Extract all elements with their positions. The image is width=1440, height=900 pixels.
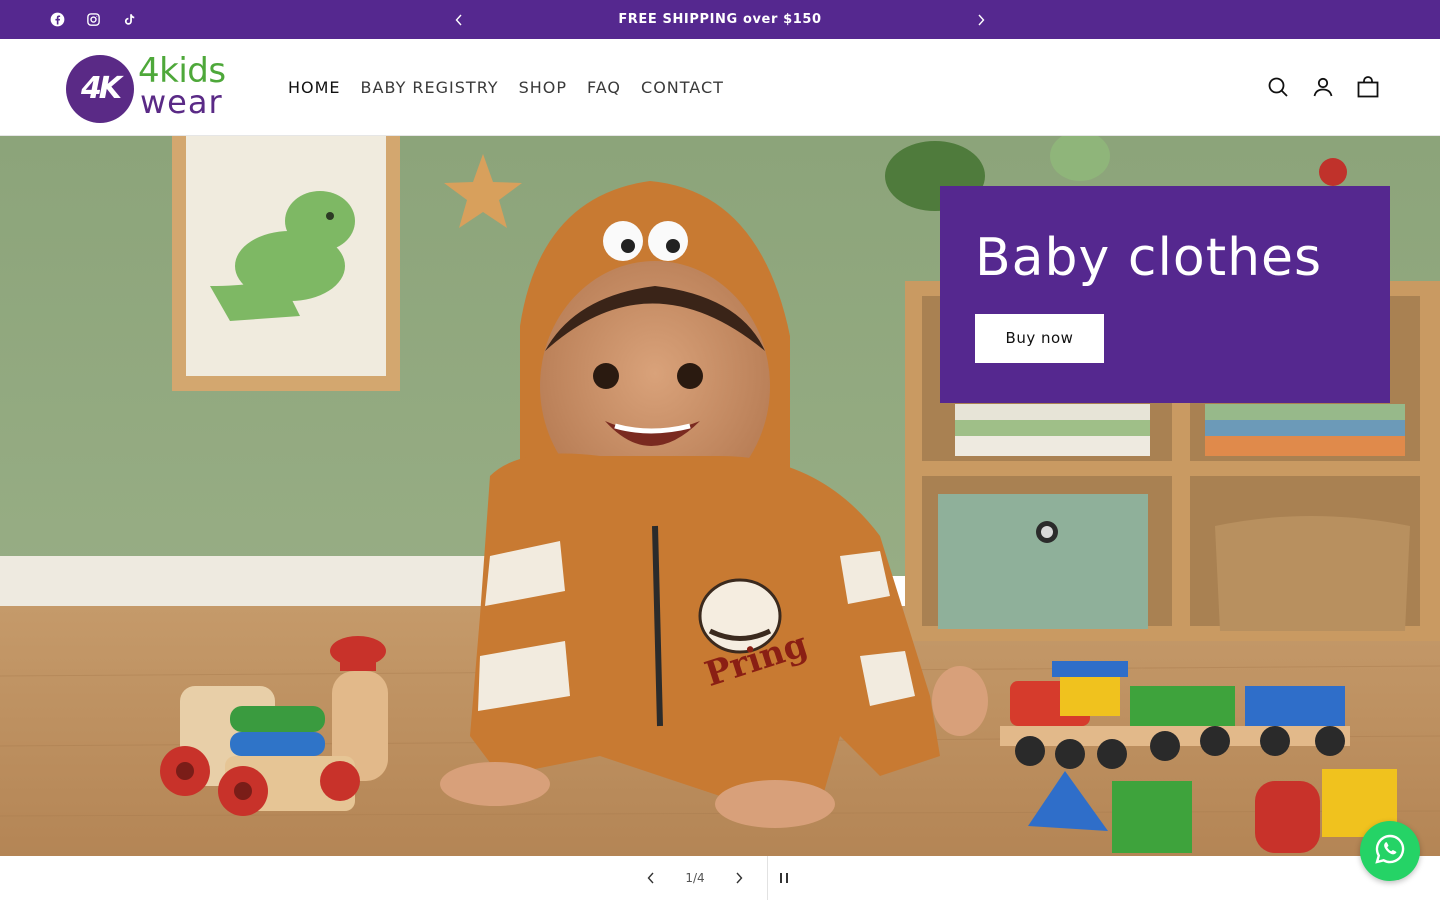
announcement-next-button[interactable] — [969, 0, 993, 39]
announcement-prev-button[interactable] — [447, 0, 471, 39]
slide-pause-button[interactable] — [772, 856, 796, 900]
logo-text-wear: wear — [140, 83, 223, 121]
whatsapp-icon — [1374, 833, 1406, 869]
announcement-message: FREE SHIPPING over $150 — [618, 12, 822, 27]
search-icon[interactable] — [1266, 75, 1290, 99]
hero-heading: Baby clothes — [975, 228, 1323, 288]
nav-contact[interactable]: CONTACT — [641, 78, 724, 97]
account-icon[interactable] — [1311, 75, 1335, 99]
nav-shop[interactable]: SHOP — [519, 78, 567, 97]
slider-divider — [767, 856, 768, 900]
nav-home[interactable]: HOME — [288, 78, 341, 97]
main-nav: HOME BABY REGISTRY SHOP FAQ CONTACT — [288, 39, 724, 135]
site-header: 4K 4kids wear HOME BABY REGISTRY SHOP FA… — [0, 39, 1440, 136]
whatsapp-chat-button[interactable] — [1360, 821, 1420, 881]
buy-now-button[interactable]: Buy now — [975, 314, 1104, 363]
slide-counter: 1/4 — [680, 856, 710, 900]
hero-slide: Pring Baby clothes Buy now — [0, 136, 1440, 856]
tiktok-icon[interactable] — [120, 11, 138, 29]
logo[interactable]: 4K 4kids wear — [66, 51, 236, 125]
hero-promo-card: Baby clothes Buy now — [940, 186, 1390, 403]
social-links — [48, 0, 138, 39]
announcement-bar: FREE SHIPPING over $150 — [0, 0, 1440, 39]
slide-next-button[interactable] — [727, 856, 751, 900]
logo-monogram: 4K — [80, 71, 122, 106]
slide-counter-total: 4 — [697, 871, 705, 885]
instagram-icon[interactable] — [84, 11, 102, 29]
facebook-icon[interactable] — [48, 11, 66, 29]
slide-prev-button[interactable] — [639, 856, 663, 900]
cart-icon[interactable] — [1356, 75, 1380, 99]
nav-baby-registry[interactable]: BABY REGISTRY — [361, 78, 499, 97]
slide-counter-current: 1 — [685, 871, 693, 885]
header-icons — [1266, 39, 1380, 135]
slider-controls: 1/4 — [0, 856, 1440, 900]
nav-faq[interactable]: FAQ — [587, 78, 621, 97]
